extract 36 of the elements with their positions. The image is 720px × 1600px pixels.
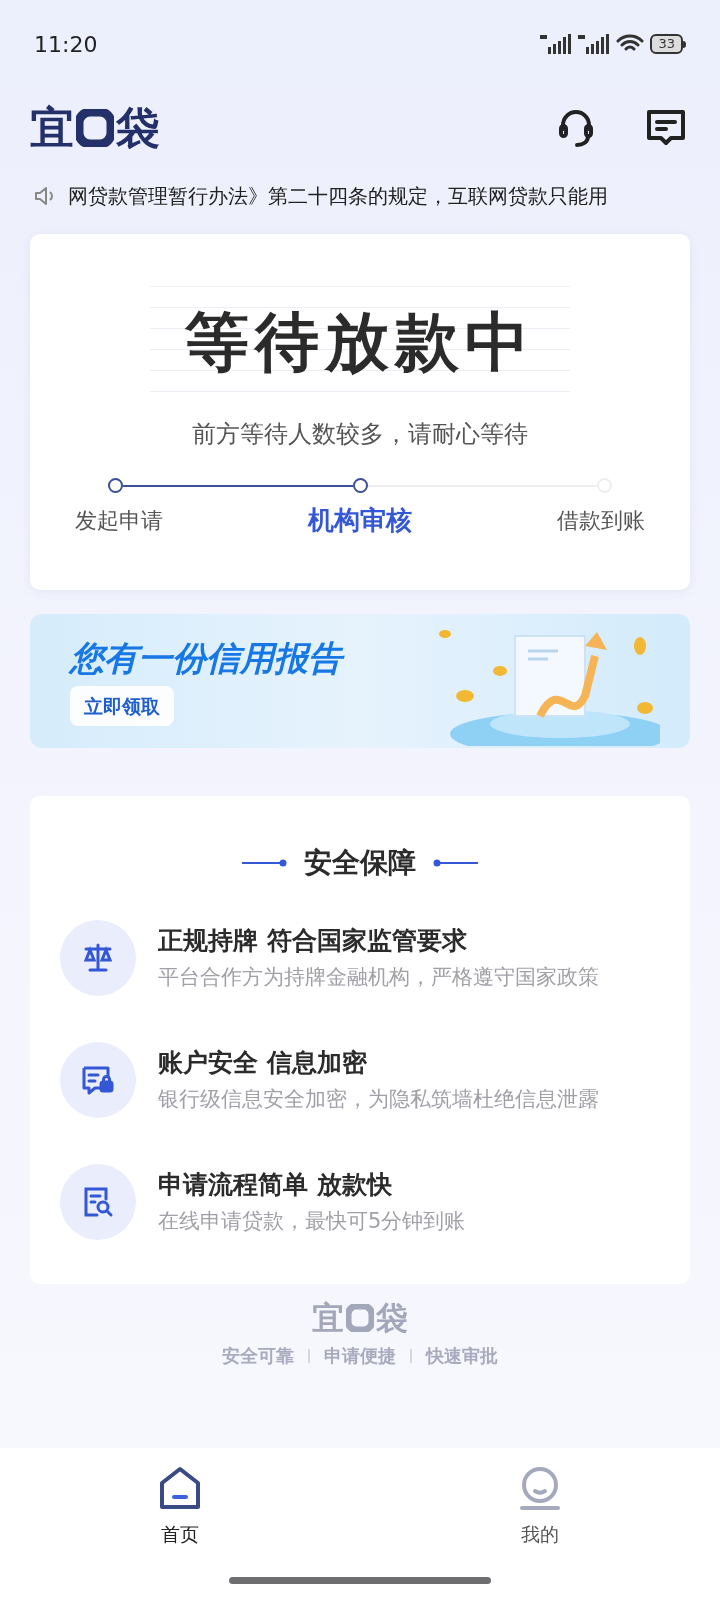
claim-button[interactable]: 立即领取 — [70, 685, 174, 727]
signal-icon — [540, 33, 573, 55]
scale-icon — [81, 941, 115, 975]
feature-title: 申请流程简单 放款快 — [158, 1169, 393, 1201]
feature-description: 在线申请贷款，最快可5分钟到账 — [158, 1208, 466, 1235]
battery-icon: 33 — [650, 34, 686, 54]
smiley-profile-icon — [519, 1466, 561, 1510]
step-label: 发起申请 — [74, 507, 164, 535]
divider-ornament-icon — [242, 859, 288, 867]
signal-icon — [578, 33, 611, 55]
divider-ornament-icon — [432, 859, 478, 867]
step-label: 借款到账 — [556, 507, 646, 535]
headset-icon[interactable] — [556, 107, 596, 149]
status-title: 等待放款中 — [185, 304, 535, 381]
speaker-icon — [34, 186, 56, 206]
tab-item[interactable]: 首页 — [120, 1466, 240, 1549]
feature-title: 正规持牌 符合国家监管要求 — [158, 925, 468, 957]
logo-text: 袋 — [376, 1302, 408, 1334]
footer-tagline: 申请便捷 — [324, 1344, 396, 1368]
status-subtitle: 前方等待人数较多，请耐心等待 — [192, 419, 528, 450]
notice-text: 网贷款管理暂行办法》第二十四条的规定，互联网贷款只能用 — [68, 183, 608, 210]
logo-text: 宜 — [30, 106, 74, 150]
feature-description: 银行级信息安全加密，为隐私筑墙杜绝信息泄露 — [158, 1086, 599, 1113]
section-title: 安全保障 — [304, 845, 416, 881]
footer-tagline: 快速审批 — [426, 1344, 498, 1368]
logo-text: 宜 — [312, 1302, 344, 1334]
logo-text: 袋 — [116, 106, 160, 150]
tab-item[interactable]: 我的 — [480, 1466, 600, 1549]
status-time: 11:20 — [34, 30, 98, 59]
step-label: 机构审核 — [306, 504, 413, 537]
feature-title: 账户安全 信息加密 — [158, 1047, 368, 1079]
credit-report-banner[interactable]: 您有一份信用报告 立即领取 — [30, 614, 690, 748]
feature-description: 平台合作方为持牌金融机构，严格遵守国家政策 — [158, 964, 599, 991]
message-icon[interactable] — [646, 109, 686, 147]
footer-tagline: 安全可靠 — [222, 1344, 294, 1368]
home-icon — [159, 1466, 201, 1510]
